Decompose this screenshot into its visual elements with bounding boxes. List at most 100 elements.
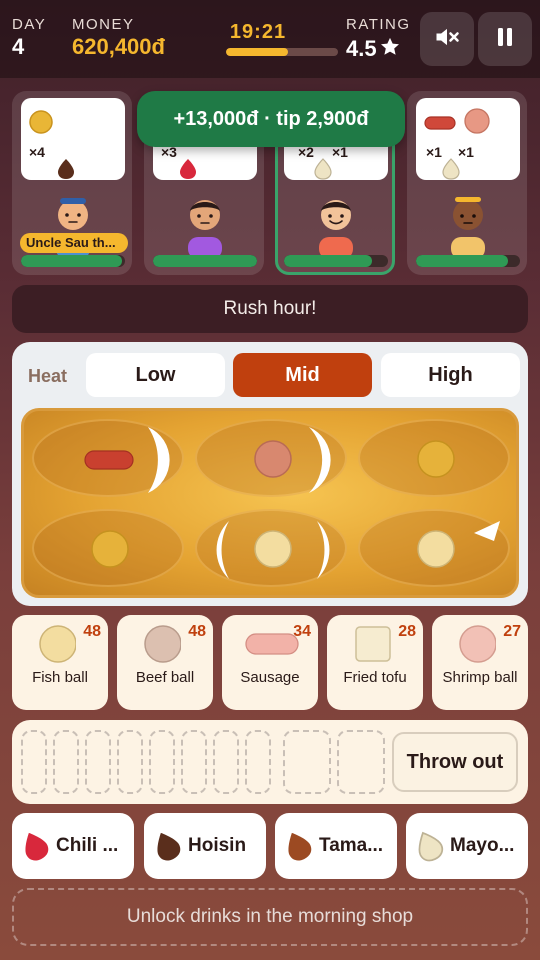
skewer-slot[interactable] <box>181 730 207 794</box>
ingredient-name: Shrimp ball <box>442 669 518 686</box>
day-display: DAY 4 <box>12 16 46 60</box>
doneness-indicator-icon <box>474 521 500 541</box>
ingredient-name: Beef ball <box>135 669 195 686</box>
fish-ball-cooked-icon <box>254 530 292 568</box>
doneness-indicator-icon <box>148 427 170 493</box>
patience-fill <box>21 255 122 267</box>
customer-avatar <box>313 189 359 259</box>
skewer-slot[interactable] <box>149 730 175 794</box>
timer-progress-bar <box>226 48 338 56</box>
timer-progress-fill <box>226 48 288 56</box>
skewer-slot[interactable] <box>245 730 271 794</box>
sauce-chili-button[interactable]: Chili ... <box>12 813 134 879</box>
patience-fill <box>284 255 373 267</box>
sauce-hoisin-button[interactable]: Hoisin <box>144 813 266 879</box>
ingredient-sausage[interactable]: 34 Sausage <box>222 615 318 710</box>
rating-label: RATING <box>346 16 411 33</box>
sauce-name: Chili ... <box>56 835 119 856</box>
cooking-panel: Heat Low Mid High <box>12 342 528 606</box>
sauce-name: Hoisin <box>188 835 247 856</box>
ingredient-fried-tofu[interactable]: 28 Fried tofu <box>327 615 423 710</box>
ingredient-count: 27 <box>503 623 521 640</box>
pot-slot[interactable] <box>32 419 184 497</box>
customer-avatar <box>182 189 228 259</box>
sausage-icon <box>245 633 299 655</box>
money-label: MONEY <box>72 16 135 33</box>
sauce-name: Tama... <box>319 835 384 856</box>
skewer-slot[interactable] <box>53 730 79 794</box>
pot-slot[interactable] <box>32 509 184 587</box>
order-bubble: ×1 ×1 <box>416 98 520 180</box>
hoisin-sauce-icon <box>157 832 181 861</box>
order-quantity: ×1 <box>426 144 442 160</box>
cup-slot[interactable] <box>337 730 385 794</box>
beef-ball-icon <box>144 625 181 663</box>
ingredient-name: Fried tofu <box>343 669 407 686</box>
cup-slot[interactable] <box>283 730 331 794</box>
patience-fill <box>416 255 508 267</box>
star-icon <box>379 36 401 63</box>
fried-tofu-icon <box>355 626 391 662</box>
pot-slot[interactable] <box>195 419 347 497</box>
fish-ball-icon <box>91 530 129 568</box>
patience-bar <box>284 255 388 267</box>
customer-card-1[interactable]: ×4 Uncle Sau th... <box>12 91 132 275</box>
ingredient-shrimp-ball[interactable]: 27 Shrimp ball <box>432 615 528 710</box>
order-bubble: ×4 <box>21 98 125 180</box>
fish-ball-cooked-icon <box>417 530 455 568</box>
customer-avatar <box>445 189 491 259</box>
ingredient-beef-ball[interactable]: 48 Beef ball <box>117 615 213 710</box>
ingredient-name: Sausage <box>240 669 300 686</box>
customer-card-4[interactable]: ×1 ×1 <box>407 91 527 275</box>
event-banner: Rush hour! <box>12 285 528 333</box>
ingredient-count: 48 <box>83 623 101 640</box>
sauce-mayo-button[interactable]: Mayo... <box>406 813 528 879</box>
day-value: 4 <box>12 34 25 59</box>
shrimp-ball-icon <box>464 108 490 134</box>
ingredient-fish-ball[interactable]: 48 Fish ball <box>12 615 108 710</box>
patience-bar <box>21 255 125 267</box>
mute-button[interactable] <box>420 12 474 66</box>
fish-ball-icon <box>39 625 76 663</box>
throw-out-button[interactable]: Throw out <box>392 732 518 792</box>
patience-bar <box>416 255 520 267</box>
ingredient-count: 48 <box>188 623 206 640</box>
patience-bar <box>153 255 257 267</box>
heat-mid-button[interactable]: Mid <box>233 353 372 397</box>
pot-slot[interactable] <box>195 509 347 587</box>
serving-tray: Throw out <box>12 720 528 804</box>
skewer-slot[interactable] <box>117 730 143 794</box>
fish-ball-icon <box>417 440 455 478</box>
cooking-pot <box>21 408 519 598</box>
mayo-sauce-icon <box>418 831 444 862</box>
ingredient-count: 28 <box>398 623 416 640</box>
top-hud: DAY 4 MONEY 620,400đ 19:21 RATING 4.5 <box>0 0 540 78</box>
order-quantity: ×4 <box>29 144 45 160</box>
pause-icon <box>493 25 517 54</box>
pot-slot[interactable] <box>358 509 510 587</box>
fish-ball-icon <box>29 110 53 134</box>
shrimp-ball-icon <box>459 625 496 663</box>
rating-display: RATING 4.5 <box>346 16 411 63</box>
skewer-slot[interactable] <box>85 730 111 794</box>
skewer-slot[interactable] <box>213 730 239 794</box>
money-display: MONEY 620,400đ <box>72 16 165 60</box>
heat-high-button[interactable]: High <box>381 353 520 397</box>
shrimp-ball-icon <box>254 440 292 478</box>
pause-button[interactable] <box>478 12 532 66</box>
speaker-muted-icon <box>433 23 461 56</box>
skewer-slot[interactable] <box>21 730 47 794</box>
money-value: 620,400đ <box>72 34 165 59</box>
mayo-sauce-icon <box>442 158 460 180</box>
heat-low-button[interactable]: Low <box>86 353 225 397</box>
chili-sauce-icon <box>25 832 49 861</box>
doneness-indicator-icon <box>309 427 331 493</box>
heat-label: Heat <box>28 366 68 386</box>
unlock-drinks-notice[interactable]: Unlock drinks in the morning shop <box>12 888 528 946</box>
timer-clock: 19:21 <box>229 21 287 43</box>
customer-name-tag: Uncle Sau th... <box>20 233 128 253</box>
order-quantity: ×1 <box>458 144 474 160</box>
sauce-tamarind-button[interactable]: Tama... <box>275 813 397 879</box>
pot-slot[interactable] <box>358 419 510 497</box>
sauce-name: Mayo... <box>450 835 515 856</box>
